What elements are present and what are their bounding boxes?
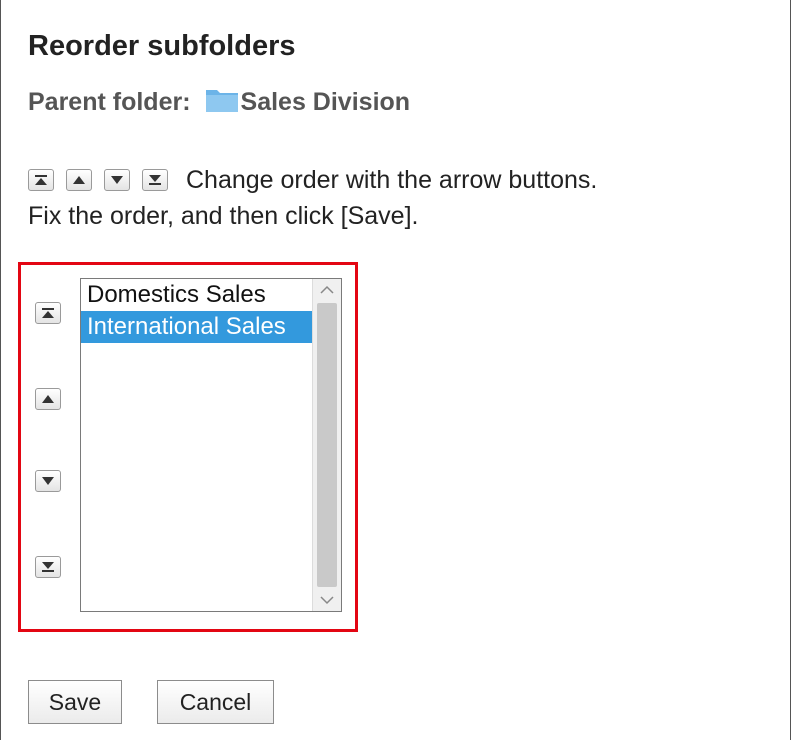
move-up-icon <box>42 395 54 403</box>
folder-icon <box>205 87 239 113</box>
scrollbar[interactable] <box>312 279 341 611</box>
save-button[interactable]: Save <box>28 680 122 724</box>
chevron-down-icon[interactable] <box>320 595 334 605</box>
move-to-top-icon <box>35 175 47 185</box>
subfolder-list: Domestics Sales International Sales <box>81 279 313 343</box>
move-down-button[interactable] <box>104 169 130 191</box>
move-down-icon <box>42 477 54 485</box>
instruction-text-line1: Change order with the arrow buttons. <box>186 166 598 194</box>
move-to-bottom-icon <box>42 562 54 572</box>
parent-folder-name: Sales Division <box>240 88 411 116</box>
page-title: Reorder subfolders <box>28 30 296 62</box>
move-to-bottom-button[interactable] <box>142 169 168 191</box>
move-to-top-button[interactable] <box>28 169 54 191</box>
side-move-up-button[interactable] <box>35 388 61 410</box>
cancel-button[interactable]: Cancel <box>157 680 274 724</box>
parent-folder-row: Parent folder: Sales Division <box>28 88 410 117</box>
move-up-button[interactable] <box>66 169 92 191</box>
subfolder-listbox[interactable]: Domestics Sales International Sales <box>80 278 342 612</box>
move-down-icon <box>111 176 123 184</box>
side-move-to-bottom-button[interactable] <box>35 556 61 578</box>
instructions: Change order with the arrow buttons. Fix… <box>28 162 597 234</box>
side-move-down-button[interactable] <box>35 470 61 492</box>
move-to-bottom-icon <box>149 175 161 185</box>
move-to-top-icon <box>42 308 54 318</box>
move-up-icon <box>73 176 85 184</box>
list-item[interactable]: Domestics Sales <box>81 279 313 311</box>
side-move-to-top-button[interactable] <box>35 302 61 324</box>
instruction-text-line2: Fix the order, and then click [Save]. <box>28 202 419 230</box>
parent-folder-label: Parent folder: <box>28 88 191 116</box>
chevron-up-icon[interactable] <box>320 285 334 295</box>
list-item-selected[interactable]: International Sales <box>81 311 313 343</box>
scrollbar-thumb[interactable] <box>317 303 337 587</box>
